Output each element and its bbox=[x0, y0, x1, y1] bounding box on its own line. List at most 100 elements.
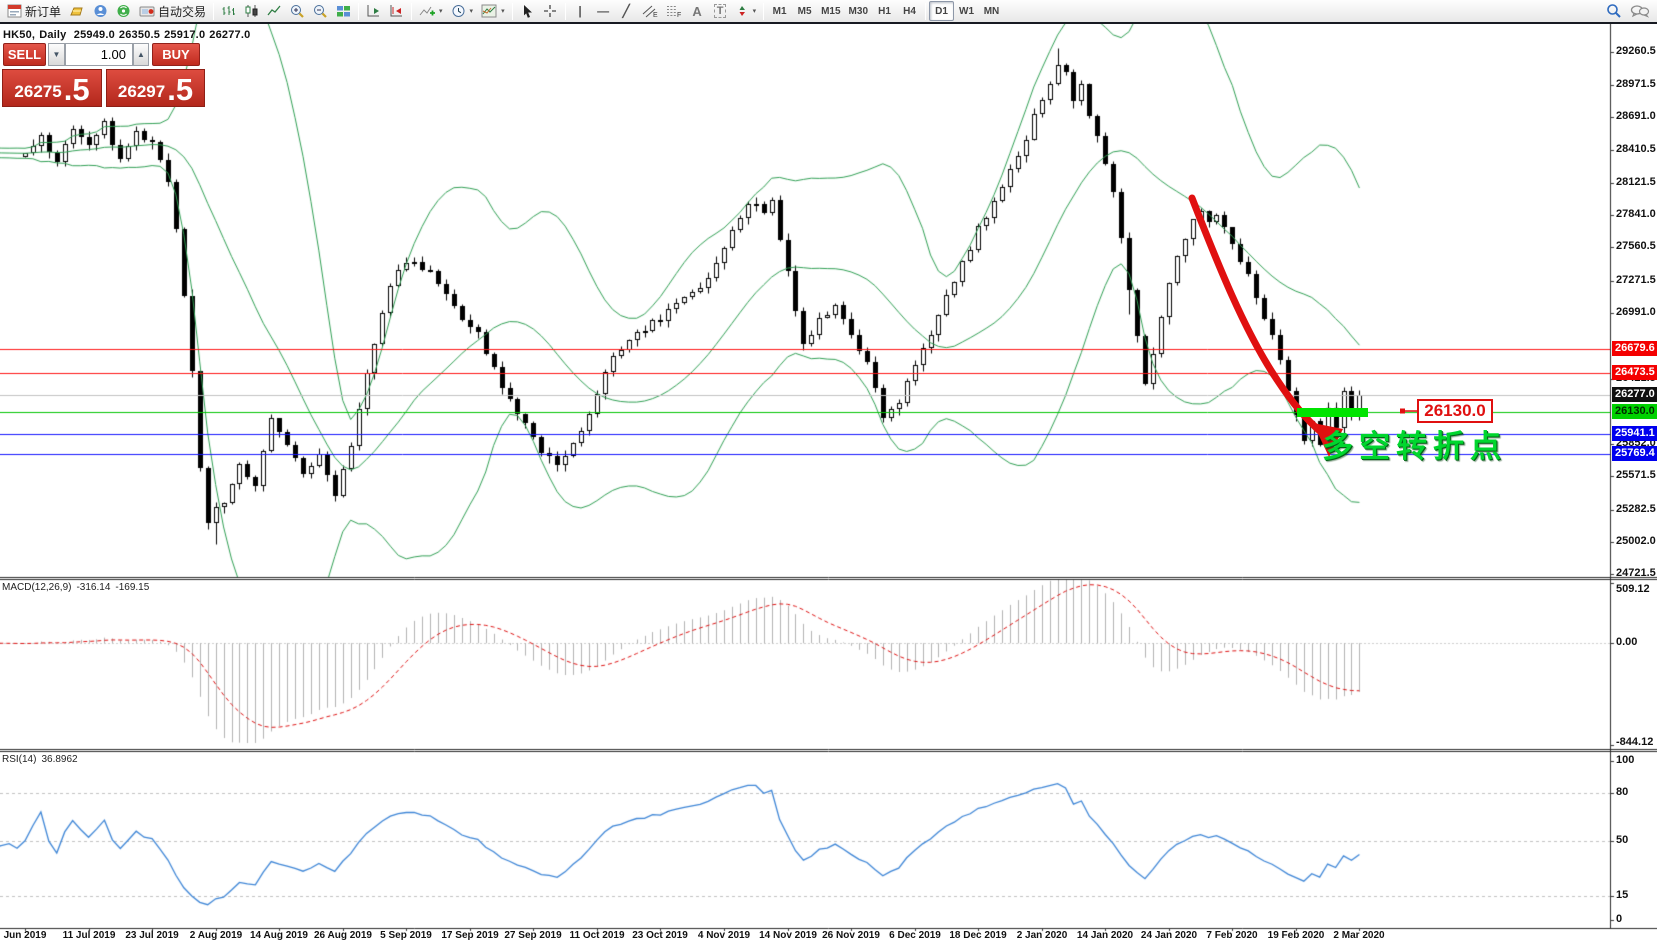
trendline-button[interactable]: ╱ bbox=[615, 1, 638, 21]
indicators-icon bbox=[419, 6, 436, 16]
symbol-label: HK50, bbox=[3, 29, 36, 41]
chart-window: HK50, Daily 25949.0 26350.5 25917.0 26277.0 … bbox=[0, 22, 1657, 944]
buy-button[interactable]: BUY bbox=[152, 43, 200, 66]
arrows-icon bbox=[739, 6, 745, 16]
text-icon: A bbox=[692, 3, 702, 19]
fibonacci-button[interactable]: F bbox=[662, 1, 686, 21]
gold-button[interactable] bbox=[65, 1, 89, 21]
chat-button[interactable] bbox=[1626, 1, 1654, 21]
gold-bar-icon bbox=[70, 7, 83, 16]
date-axis-label: 6 Dec 2019 bbox=[889, 930, 941, 941]
sell-button-label: SELL bbox=[7, 47, 42, 62]
chart-title: HK50, Daily 25949.0 26350.5 25917.0 26277.0 bbox=[3, 29, 254, 41]
date-axis-label: 11 Jul 2019 bbox=[62, 930, 116, 941]
candlestick-chart-icon bbox=[245, 5, 258, 17]
price-annotation-box[interactable]: 26130.0 bbox=[1417, 399, 1493, 423]
tile-windows-button[interactable] bbox=[332, 1, 355, 21]
chevron-down-icon: ▾ bbox=[439, 8, 443, 15]
candlestick-chart-button[interactable] bbox=[240, 1, 263, 21]
toolbar-separator bbox=[411, 2, 413, 20]
support-highlight-bar[interactable] bbox=[1297, 408, 1368, 417]
y-axis-label: 25571.5 bbox=[1616, 469, 1656, 481]
zoom-in-button[interactable] bbox=[286, 1, 309, 21]
cursor-button[interactable] bbox=[516, 1, 539, 21]
chart-shift-icon bbox=[390, 5, 403, 17]
autotrading-button[interactable]: 自动交易 bbox=[135, 1, 210, 21]
timeframe-h4[interactable]: H4 bbox=[897, 1, 922, 21]
macd-value: -316.14 bbox=[76, 582, 111, 593]
sell-price-fraction: .5 bbox=[63, 72, 90, 107]
volume-input[interactable] bbox=[65, 43, 133, 66]
one-click-trading-panel: SELL ▼ ▲ BUY 26275.5 26297.5 bbox=[2, 43, 206, 129]
macd-name: MACD(12,26,9) bbox=[2, 582, 72, 593]
auto-scroll-icon bbox=[367, 5, 380, 17]
date-axis-label: 2 Jan 2020 bbox=[1016, 930, 1068, 941]
tile-windows-icon bbox=[337, 6, 351, 17]
timeframe-h1[interactable]: H1 bbox=[872, 1, 897, 21]
sell-price-panel[interactable]: 26275.5 bbox=[2, 69, 102, 107]
timeframe-w1[interactable]: W1 bbox=[954, 1, 979, 21]
chevron-down-icon: ▼ bbox=[52, 50, 61, 59]
macd-axis-label: -844.12 bbox=[1616, 736, 1654, 748]
date-axis-label: 7 Feb 2020 bbox=[1206, 930, 1258, 941]
bar-chart-button[interactable] bbox=[217, 1, 240, 21]
toolbar-separator bbox=[213, 2, 215, 20]
period-label: Daily bbox=[39, 29, 67, 41]
line-chart-button[interactable] bbox=[263, 1, 286, 21]
timeframe-mn[interactable]: MN bbox=[979, 1, 1004, 21]
buy-price-panel[interactable]: 26297.5 bbox=[106, 69, 205, 107]
volume-decrease-button[interactable]: ▼ bbox=[48, 43, 65, 66]
zoom-out-icon bbox=[314, 4, 327, 18]
ohlc-close: 26277.0 bbox=[209, 29, 251, 41]
fibonacci-icon: F bbox=[666, 6, 681, 18]
community-icon bbox=[94, 5, 107, 17]
svg-text:E: E bbox=[653, 12, 658, 18]
date-axis-label: 2 Mar 2020 bbox=[1333, 930, 1385, 941]
new-order-label: 新订单 bbox=[25, 4, 62, 19]
ohlc-high: 26350.5 bbox=[118, 29, 161, 41]
new-order-button[interactable]: 新订单 bbox=[3, 1, 65, 21]
trendline-icon: ╱ bbox=[622, 4, 630, 18]
date-axis-label: 23 Jul 2019 bbox=[125, 930, 179, 941]
templates-button[interactable]: ▾ bbox=[477, 1, 509, 21]
auto-scroll-button[interactable] bbox=[362, 1, 385, 21]
timeframe-m30[interactable]: M30 bbox=[845, 1, 872, 21]
search-icon bbox=[1607, 4, 1621, 18]
date-axis-label: 5 Sep 2019 bbox=[380, 930, 432, 941]
date-axis-label: 24 Jan 2020 bbox=[1140, 930, 1198, 941]
rsi-axis-label: 15 bbox=[1616, 889, 1629, 901]
zoom-out-button[interactable] bbox=[309, 1, 332, 21]
search-button[interactable] bbox=[1602, 1, 1626, 21]
chart-shift-button[interactable] bbox=[385, 1, 408, 21]
macd-axis-label: 509.12 bbox=[1616, 583, 1650, 595]
horizontal-line-button[interactable]: — bbox=[592, 1, 615, 21]
volume-increase-button[interactable]: ▲ bbox=[133, 43, 149, 66]
price-chart-canvas[interactable] bbox=[0, 22, 1657, 944]
price-badge: 25769.4 bbox=[1612, 446, 1657, 461]
crosshair-button[interactable] bbox=[539, 1, 562, 21]
arrows-button[interactable]: ▾ bbox=[732, 1, 761, 21]
indicators-button[interactable]: ▾ bbox=[415, 1, 447, 21]
chevron-down-icon: ▾ bbox=[469, 8, 474, 15]
community-button[interactable] bbox=[89, 1, 112, 21]
timeframe-m15[interactable]: M15 bbox=[817, 1, 844, 21]
turning-point-annotation[interactable]: 多空转折点 bbox=[1322, 421, 1507, 466]
periods-button[interactable]: ▾ bbox=[447, 1, 478, 21]
text-label-button[interactable]: T bbox=[709, 1, 732, 21]
zoom-in-icon bbox=[291, 4, 304, 18]
sell-button[interactable]: SELL bbox=[3, 43, 46, 66]
toolbar-divider bbox=[0, 22, 1657, 24]
horizontal-line-icon: — bbox=[597, 4, 610, 18]
vertical-line-button[interactable]: | bbox=[569, 1, 592, 21]
vertical-line-icon: | bbox=[578, 4, 582, 18]
bar-chart-icon bbox=[222, 6, 236, 15]
y-axis-label: 28121.5 bbox=[1616, 176, 1656, 188]
timeframe-m5[interactable]: M5 bbox=[792, 1, 817, 21]
rsi-axis-label: 0 bbox=[1616, 913, 1623, 925]
timeframe-d1[interactable]: D1 bbox=[929, 1, 954, 21]
signals-button[interactable] bbox=[112, 1, 135, 21]
y-axis-label: 27271.5 bbox=[1616, 274, 1656, 286]
timeframe-m1[interactable]: M1 bbox=[767, 1, 792, 21]
channel-button[interactable]: E bbox=[638, 1, 662, 21]
text-button[interactable]: A bbox=[686, 1, 709, 21]
